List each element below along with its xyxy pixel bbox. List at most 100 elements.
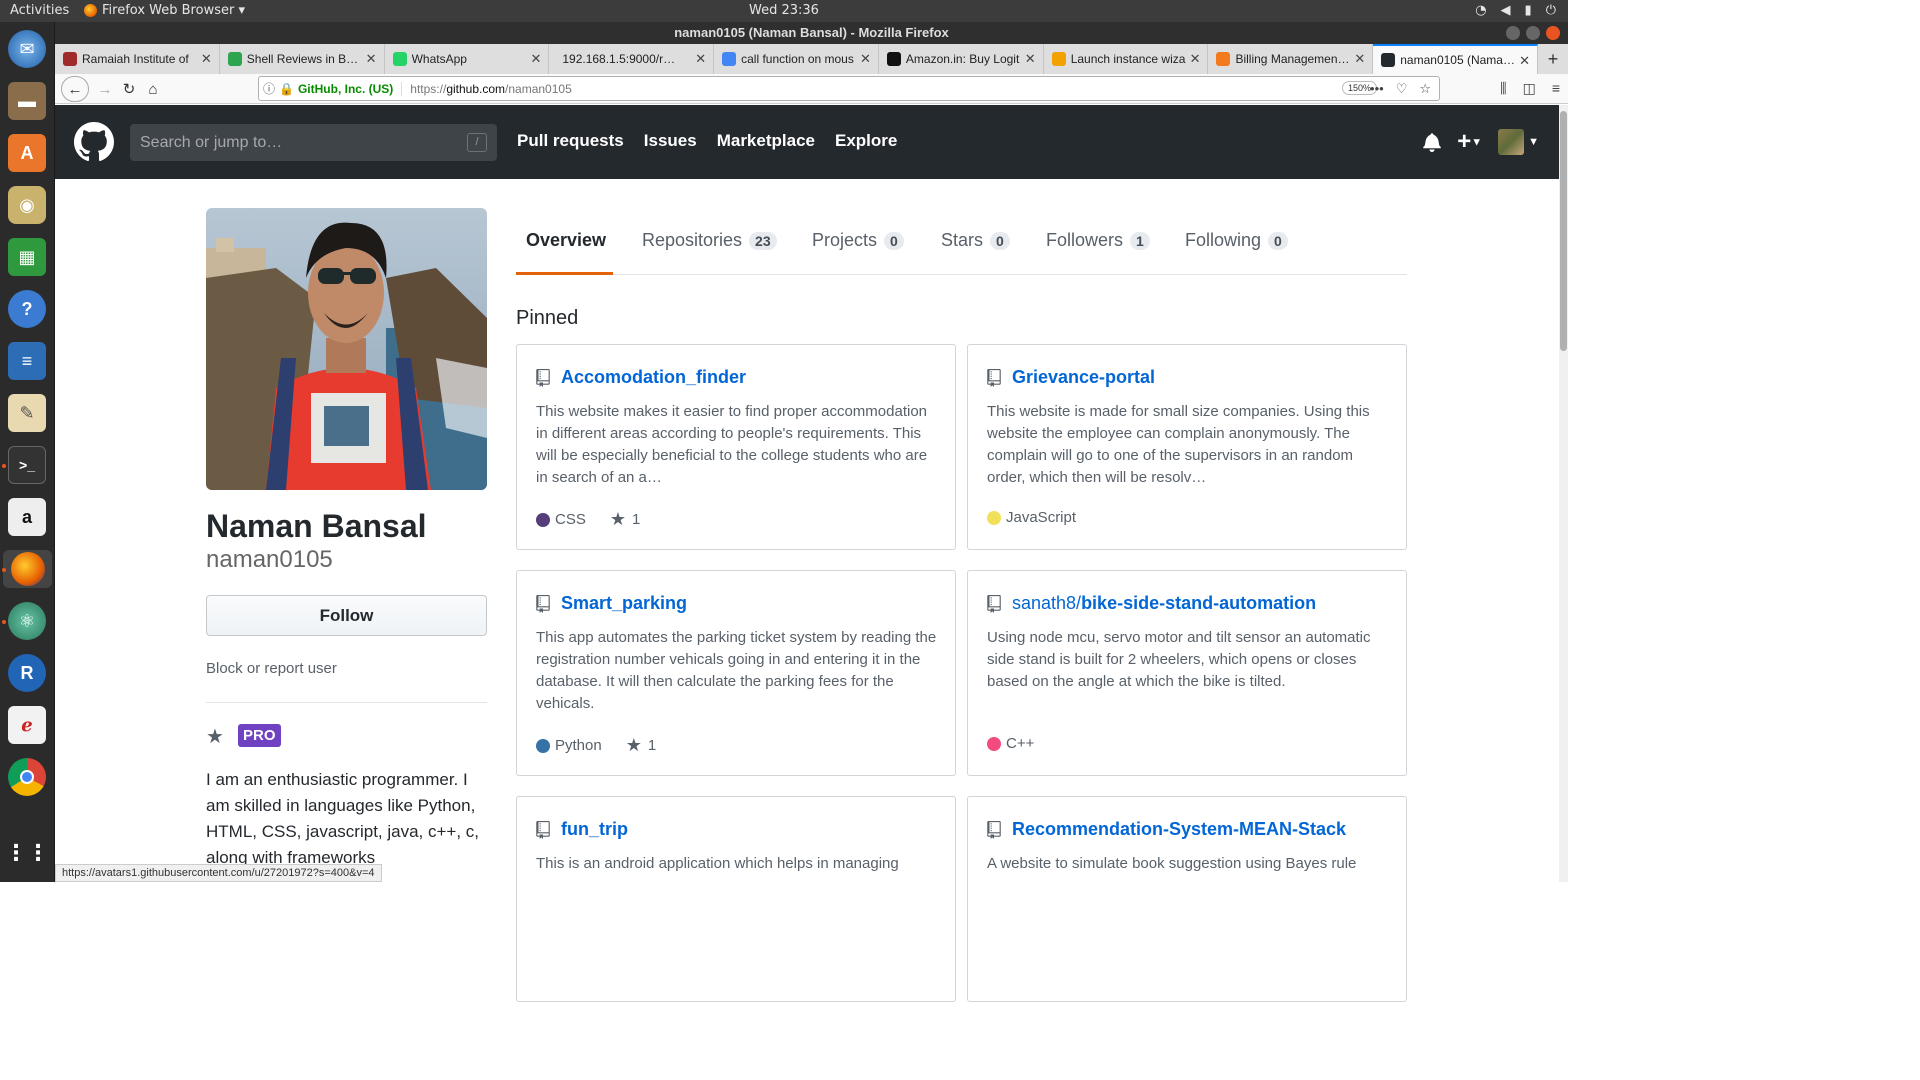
create-new-button[interactable]: +▼ [1457, 129, 1482, 153]
tab-title: Launch instance wiza [1070, 52, 1186, 66]
minimize-button[interactable] [1506, 26, 1520, 40]
window-title-bar: naman0105 (Naman Bansal) - Mozilla Firef… [55, 22, 1568, 44]
amazon-icon[interactable]: a [8, 498, 46, 536]
software-center-icon[interactable]: A [8, 134, 46, 172]
atom-icon[interactable]: ⚛ [8, 602, 46, 640]
close-tab-icon[interactable]: ✕ [695, 51, 706, 67]
repo-stars-link[interactable]: ★ 1 [610, 509, 640, 530]
browser-tab[interactable]: naman0105 (Naman E ✕ [1373, 44, 1539, 74]
follow-button[interactable]: Follow [206, 595, 487, 636]
close-tab-icon[interactable]: ✕ [1519, 53, 1530, 69]
page-actions-icon[interactable]: ••• [1370, 81, 1384, 97]
running-indicator [2, 464, 6, 468]
nav-marketplace[interactable]: Marketplace [717, 131, 815, 151]
nav-issues[interactable]: Issues [644, 131, 697, 151]
thunderbird-icon[interactable]: ✉ [8, 30, 46, 68]
forward-button[interactable]: → [93, 78, 117, 100]
url-text[interactable]: https://github.com/naman0105 [402, 82, 571, 96]
new-tab-button[interactable]: + [1538, 44, 1568, 74]
tab-repositories[interactable]: Repositories 23 [642, 230, 777, 251]
tab-following[interactable]: Following 0 [1185, 230, 1288, 251]
repo-stars-link[interactable]: ★ 1 [626, 735, 656, 756]
github-search-input[interactable]: Search or jump to… / [130, 124, 497, 161]
terminal-icon[interactable]: >_ [8, 446, 46, 484]
browser-tab[interactable]: WhatsApp ✕ [385, 44, 550, 74]
site-identity[interactable]: 🔒 GitHub, Inc. (US) [279, 81, 403, 96]
help-icon[interactable]: ? [8, 290, 46, 328]
address-bar[interactable]: ⓘ 🔒 GitHub, Inc. (US) https://github.com… [258, 76, 1440, 101]
profile-photo [206, 208, 487, 490]
user-menu-button[interactable]: ▼ [1498, 129, 1539, 155]
scrollbar-thumb[interactable] [1560, 111, 1567, 351]
repo-description: This website is made for small size comp… [987, 403, 1370, 486]
browser-tab[interactable]: call function on mous ✕ [714, 44, 879, 74]
pro-badge[interactable]: PRO [238, 724, 281, 747]
sidebar-icon[interactable]: ◫ [1523, 80, 1536, 97]
activities-button[interactable]: Activities [10, 3, 69, 18]
nav-pull-requests[interactable]: Pull requests [517, 131, 624, 151]
spreadsheet-icon[interactable]: ▦ [8, 238, 46, 276]
close-tab-icon[interactable]: ✕ [1025, 51, 1036, 67]
nav-explore[interactable]: Explore [835, 131, 897, 151]
close-tab-icon[interactable]: ✕ [366, 51, 377, 67]
bookmark-star-icon[interactable]: ☆ [1419, 81, 1431, 97]
menu-icon[interactable]: ≡ [1552, 80, 1560, 97]
block-report-link[interactable]: Block or report user [206, 660, 337, 677]
repo-name-link[interactable]: Grievance-portal [1012, 367, 1155, 388]
document-viewer-icon[interactable]: ℯ [8, 706, 46, 744]
repo-description: A website to simulate book suggestion us… [987, 855, 1357, 872]
home-button[interactable]: ⌂ [141, 78, 165, 100]
tab-stars[interactable]: Stars 0 [941, 230, 1010, 251]
tab-overview[interactable]: Overview [526, 230, 606, 251]
system-tray[interactable]: ◔ ◀ ▮ ⏻ [1475, 3, 1556, 18]
tab-title: 192.168.1.5:9000/recom [562, 52, 677, 66]
close-window-button[interactable] [1546, 26, 1560, 40]
browser-tab[interactable]: Ramaiah Institute of ✕ [55, 44, 220, 74]
repo-name-link[interactable]: sanath8/bike-side-stand-automation [1012, 593, 1316, 614]
close-tab-icon[interactable]: ✕ [1354, 51, 1365, 67]
text-editor-icon[interactable]: ✎ [8, 394, 46, 432]
tab-title: WhatsApp [411, 52, 467, 66]
maximize-button[interactable] [1526, 26, 1540, 40]
tab-title: Shell Reviews in Bang [246, 52, 362, 66]
firefox-launcher-icon[interactable] [3, 550, 52, 588]
repo-name-link[interactable]: Recommendation-System-MEAN-Stack [1012, 819, 1346, 840]
bell-icon[interactable] [1423, 132, 1441, 152]
page-scrollbar[interactable] [1559, 105, 1568, 882]
power-icon[interactable]: ⏻ [1546, 3, 1556, 18]
browser-tab[interactable]: Billing Management C ✕ [1208, 44, 1374, 74]
tab-favicon-icon [392, 52, 407, 66]
wifi-icon[interactable]: ◔ [1475, 3, 1486, 18]
close-tab-icon[interactable]: ✕ [530, 51, 541, 67]
browser-tab[interactable]: Amazon.in: Buy Logit ✕ [879, 44, 1044, 74]
back-button[interactable]: ← [61, 76, 89, 102]
reload-button[interactable]: ↻ [117, 78, 141, 100]
writer-icon[interactable]: ≡ [8, 342, 46, 380]
close-tab-icon[interactable]: ✕ [201, 51, 212, 67]
lock-icon: 🔒 [279, 81, 294, 96]
pocket-icon[interactable]: ♡ [1396, 81, 1408, 97]
github-header: Search or jump to… / Pull requests Issue… [55, 105, 1559, 179]
browser-tab[interactable]: Launch instance wiza ✕ [1044, 44, 1209, 74]
close-tab-icon[interactable]: ✕ [1190, 51, 1201, 67]
tab-projects[interactable]: Projects 0 [812, 230, 904, 251]
r-studio-icon[interactable]: R [8, 654, 46, 692]
browser-tab[interactable]: Shell Reviews in Bang ✕ [220, 44, 385, 74]
close-tab-icon[interactable]: ✕ [860, 51, 871, 67]
app-menu[interactable]: Firefox Web Browser ▾ [84, 3, 245, 18]
repo-name-link[interactable]: Accomodation_finder [561, 367, 746, 388]
files-icon[interactable]: ▬ [8, 82, 46, 120]
info-icon[interactable]: ⓘ [259, 80, 279, 97]
repo-name-link[interactable]: fun_trip [561, 819, 628, 840]
app-grid-icon[interactable]: ⋮⋮ [5, 834, 49, 872]
github-logo-icon[interactable] [74, 122, 114, 162]
rhythmbox-icon[interactable]: ◉ [8, 186, 46, 224]
volume-icon[interactable]: ◀ [1501, 3, 1511, 18]
tab-followers[interactable]: Followers 1 [1046, 230, 1150, 251]
repo-name-link[interactable]: Smart_parking [561, 593, 687, 614]
chrome-icon[interactable] [8, 758, 46, 796]
battery-icon[interactable]: ▮ [1525, 3, 1532, 18]
browser-tab[interactable]: 192.168.1.5:9000/recom ✕ [549, 44, 715, 74]
profile-avatar[interactable] [206, 208, 487, 490]
library-icon[interactable]: ⫼ [1500, 80, 1506, 97]
